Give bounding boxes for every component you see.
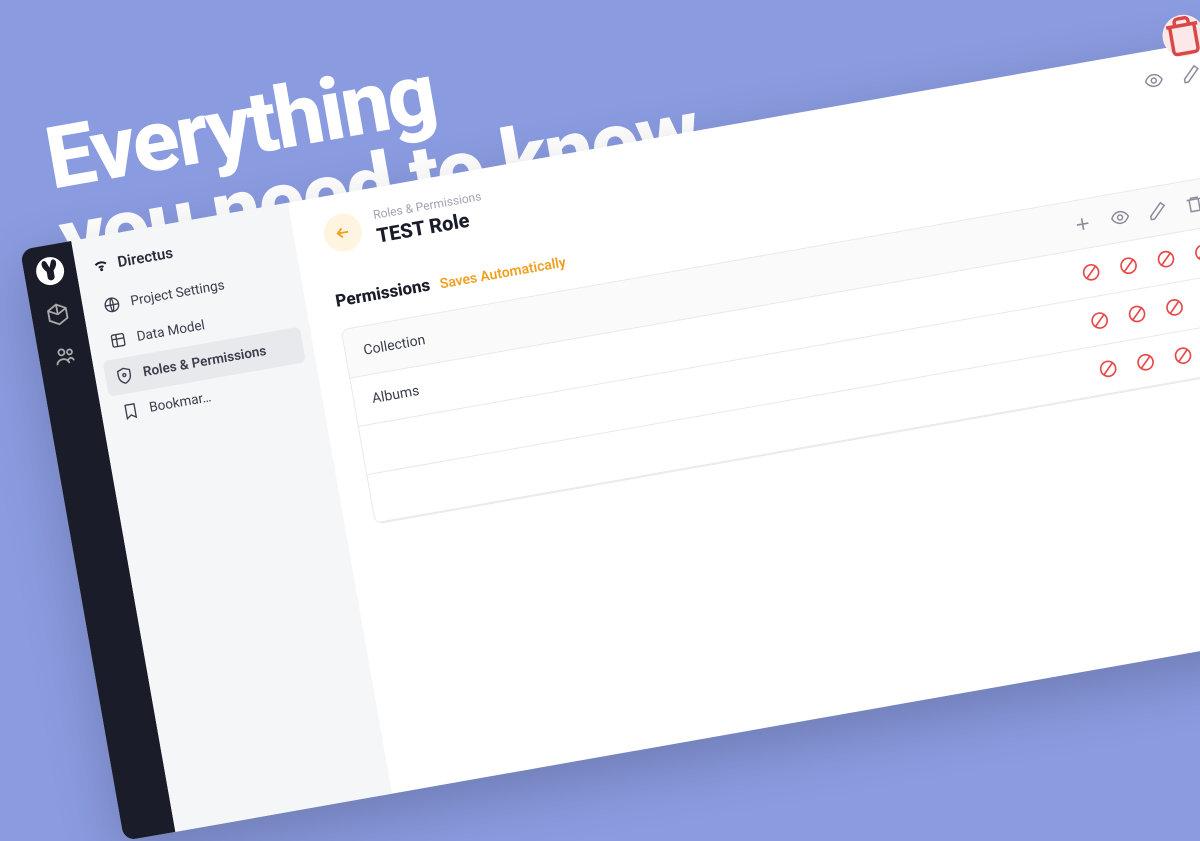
deny-icon[interactable] [1125, 302, 1148, 325]
deny-icon[interactable] [1192, 241, 1200, 264]
deny-icon[interactable] [1097, 357, 1120, 380]
logo-icon[interactable] [34, 255, 66, 287]
trash-icon [1183, 193, 1200, 216]
eye-icon[interactable] [1142, 69, 1165, 92]
pencil-icon[interactable] [1180, 62, 1200, 85]
data-icon [108, 330, 129, 351]
deny-icon[interactable] [1117, 254, 1140, 277]
globe-icon [101, 294, 122, 315]
eye-icon [1108, 206, 1131, 229]
wifi-icon [90, 255, 111, 276]
deny-icon[interactable] [1163, 296, 1186, 319]
header-actions [1142, 49, 1200, 92]
sidebar-title-text: Directus [116, 244, 174, 271]
deny-icon[interactable] [1080, 261, 1103, 284]
bookmark-icon [120, 401, 141, 422]
shield-icon [114, 365, 135, 386]
rail-cube-icon[interactable] [44, 301, 72, 329]
plus-icon [1071, 212, 1094, 235]
deny-icon[interactable] [1154, 248, 1177, 271]
sidebar-item-label: Bookmar… [148, 389, 212, 416]
back-button[interactable] [321, 211, 365, 255]
rail-users-icon[interactable] [51, 342, 79, 370]
deny-icon[interactable] [1088, 309, 1111, 332]
section-subtitle: Saves Automatically [439, 255, 568, 293]
section-title: Permissions [334, 275, 432, 311]
deny-icon[interactable] [1171, 344, 1194, 367]
permission-type-icons [1071, 180, 1200, 236]
sidebar-item-label: Data Model [135, 317, 206, 345]
deny-icon[interactable] [1134, 351, 1157, 374]
pencil-icon [1146, 199, 1169, 222]
permissions-section: Permissions Saves Automatically Collecti… [334, 124, 1200, 525]
